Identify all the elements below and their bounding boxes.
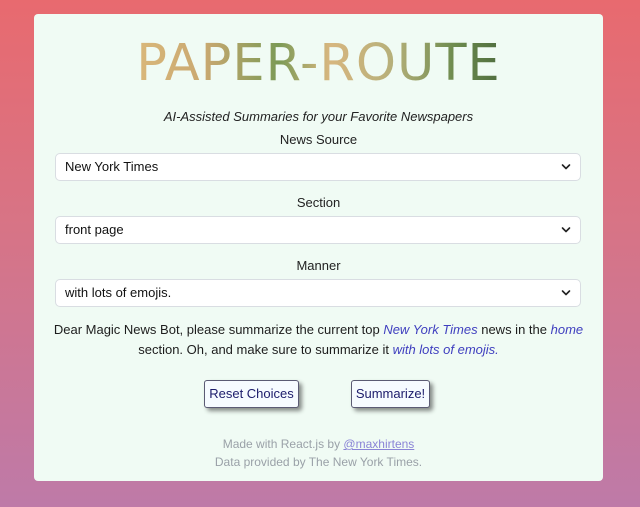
main-card: PAPER-ROUTE AI-Assisted Summaries for yo… [34,14,603,481]
message-part-1: Dear Magic News Bot, please summarize th… [53,322,384,337]
message-source: New York Times [383,322,478,337]
summary-request-message: Dear Magic News Bot, please summarize th… [34,320,603,360]
message-part-3: section. Oh, and make sure to summarize … [138,342,393,357]
section-value: front page [65,222,124,237]
author-link[interactable]: @maxhirtens [343,437,414,451]
footer-data-credit: Data provided by The New York Times. [214,455,423,469]
section-label: Section [296,195,341,210]
message-part-2: news in the [477,322,551,337]
manner-value: with lots of emojis. [65,285,172,300]
news-source-label: News Source [279,132,358,147]
manner-select[interactable]: with lots of emojis. [55,279,581,307]
reset-choices-button[interactable]: Reset Choices [204,380,299,408]
manner-label: Manner [296,258,341,273]
app-logo: PAPER-ROUTE [34,38,603,89]
chevron-down-icon [561,227,571,233]
message-manner: with lots of emojis. [392,342,499,357]
summarize-button[interactable]: Summarize! [351,380,430,408]
news-source-select[interactable]: New York Times [55,153,581,181]
chevron-down-icon [561,164,571,170]
message-section: home [550,322,584,337]
chevron-down-icon [561,290,571,296]
news-source-value: New York Times [65,159,159,174]
tagline: AI-Assisted Summaries for your Favorite … [163,109,474,124]
footer: Made with React.js by @maxhirtens Data p… [34,435,603,471]
footer-made-with: Made with React.js by [222,437,344,451]
section-select[interactable]: front page [55,216,581,244]
